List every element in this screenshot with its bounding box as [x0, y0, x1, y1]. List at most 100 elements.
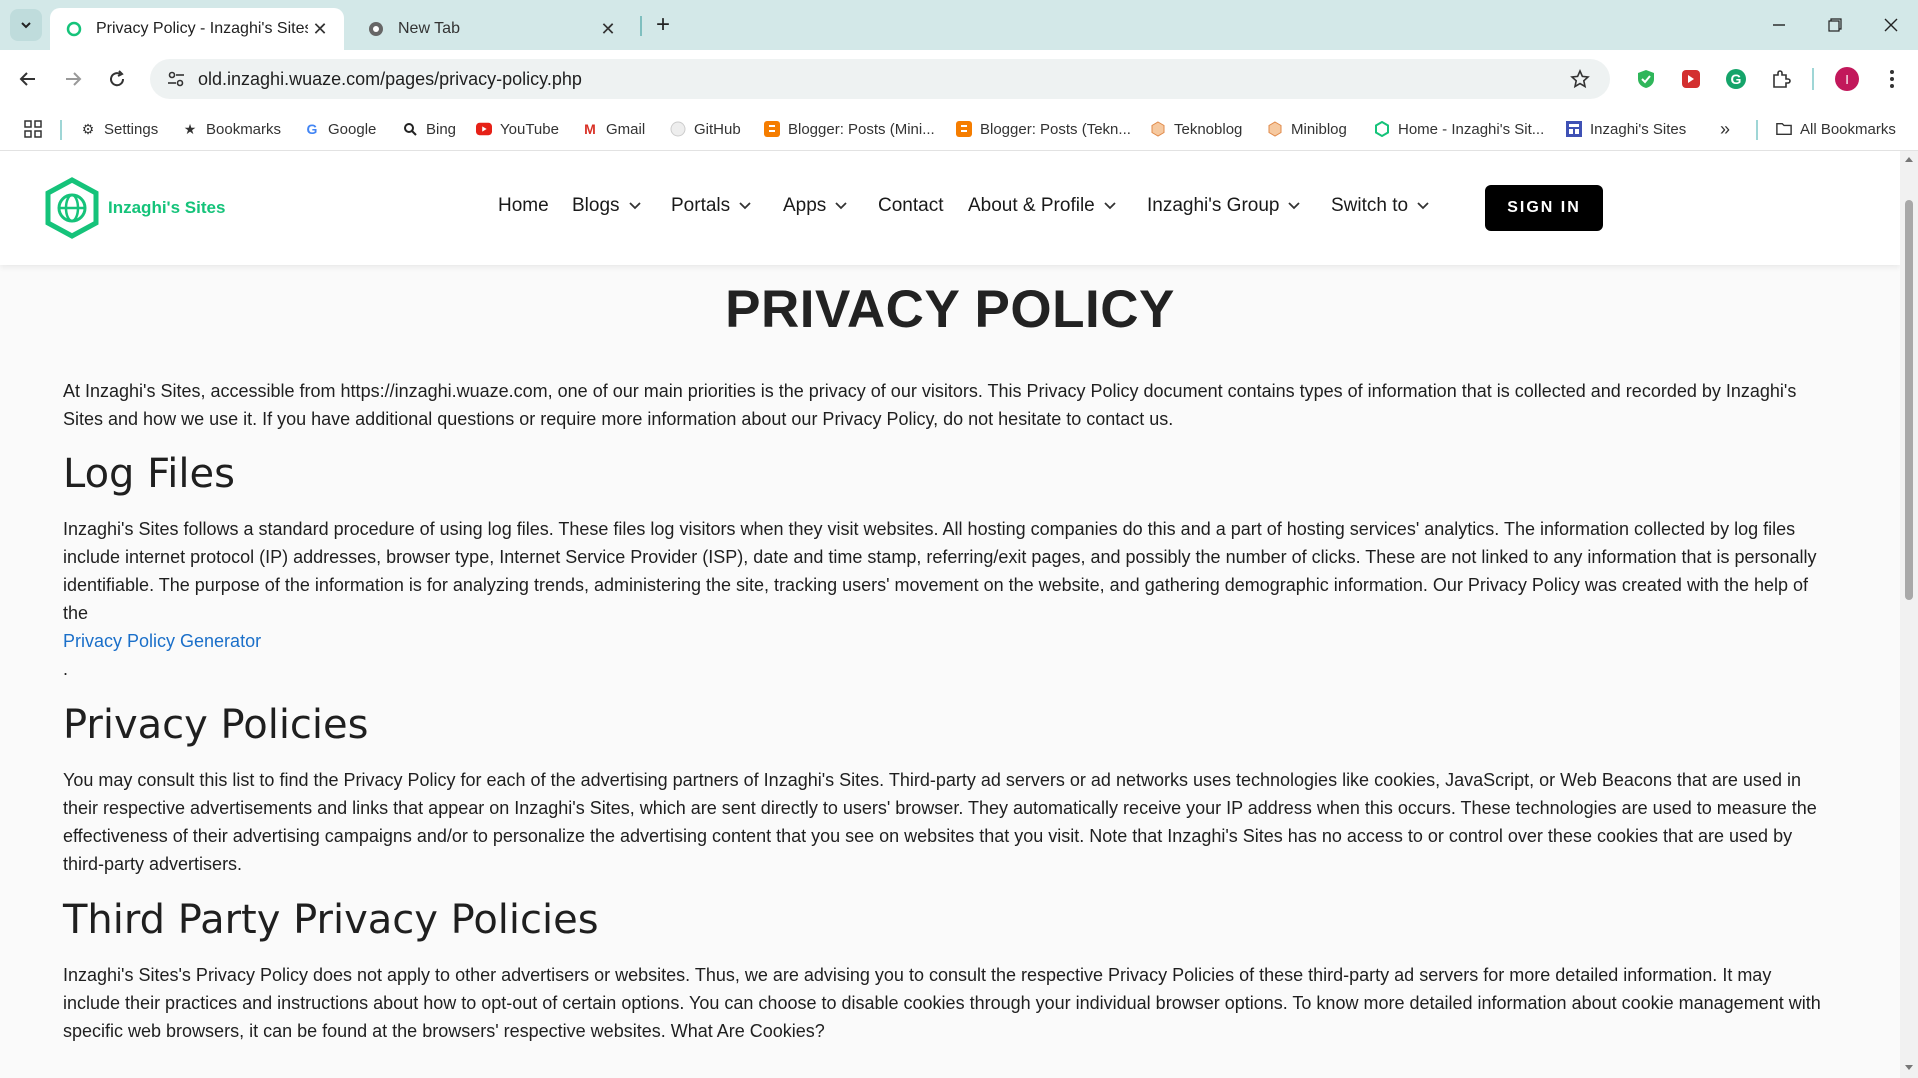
bookmark-label: Bing [426, 120, 457, 138]
bookmark-label: Bookmarks [206, 120, 282, 138]
page-scrollbar[interactable] [1900, 151, 1918, 1078]
bookmark-blogger-tekn[interactable]: Blogger: Posts (Tekn... [956, 118, 1131, 140]
section-heading-log-files: Log Files [63, 451, 235, 497]
arrow-left-icon [19, 72, 35, 86]
all-bookmarks-button[interactable]: All Bookmarks [1776, 118, 1896, 140]
nav-label: Inzaghi's Group [1147, 195, 1280, 216]
bookmark-miniblog[interactable]: Miniblog [1267, 118, 1347, 140]
bookmark-label: Teknoblog [1174, 120, 1243, 138]
tab-privacy-policy[interactable]: Privacy Policy - Inzaghi's Sites ✕ [50, 8, 344, 50]
bookmark-label: Blogger: Posts (Mini... [788, 120, 935, 138]
privacy-policy-generator-link[interactable]: Privacy Policy Generator [63, 631, 261, 651]
apps-grid-button[interactable] [24, 118, 42, 140]
address-bar[interactable]: old.inzaghi.wuaze.com/pages/privacy-poli… [150, 59, 1610, 99]
toolbar-separator [1812, 68, 1814, 90]
bookmark-label: Settings [104, 120, 159, 138]
chevron-down-icon [1287, 199, 1301, 213]
tab-new-tab[interactable]: New Tab ✕ [352, 8, 632, 50]
back-button[interactable] [12, 63, 44, 95]
browser-menu-icon[interactable] [1878, 65, 1906, 93]
nav-label: About & Profile [968, 195, 1095, 216]
page-title: PRIVACY POLICY [725, 280, 1175, 339]
nav-switch-to[interactable]: Switch to [1331, 191, 1430, 221]
bookmarks-bar: ⚙ Settings ★ Bookmarks G Google Bing YouTub… [0, 108, 1918, 151]
profile-avatar[interactable]: I [1833, 65, 1861, 93]
bookmark-label: Blogger: Posts (Tekn... [980, 120, 1131, 138]
tab-title: Privacy Policy - Inzaghi's Sites [96, 20, 308, 37]
gmail-icon: M [584, 121, 596, 137]
nav-label: Contact [878, 195, 944, 216]
nav-label: Switch to [1331, 195, 1409, 216]
sign-in-button[interactable]: SIGN IN [1485, 185, 1603, 231]
youtube-icon [476, 121, 492, 137]
restore-icon [1828, 18, 1842, 32]
apps-grid-icon [24, 120, 42, 138]
github-icon [670, 121, 686, 137]
shield-extension-icon[interactable] [1632, 65, 1660, 93]
folder-icon [1776, 121, 1792, 137]
blogger-icon [956, 121, 972, 137]
arrow-right-icon [66, 72, 82, 86]
tab-search-button[interactable] [10, 9, 42, 41]
bookmark-github[interactable]: GitHub [670, 118, 741, 140]
recorder-extension-icon[interactable] [1677, 65, 1705, 93]
nav-home[interactable]: Home [498, 191, 549, 221]
bookmark-star-icon[interactable] [1566, 65, 1594, 93]
svg-text:G: G [1731, 71, 1742, 87]
scroll-up-arrow-icon[interactable] [1904, 155, 1914, 163]
nav-label: Portals [671, 195, 731, 216]
more-bookmarks-icon[interactable]: » [1720, 118, 1730, 140]
chevron-down-icon [834, 199, 848, 213]
search-icon [402, 121, 418, 137]
new-tab-button[interactable]: + [650, 11, 676, 38]
url-text: old.inzaghi.wuaze.com/pages/privacy-poli… [198, 68, 582, 89]
page-viewport: Inzaghi's Sites Home Blogs Portals Apps … [0, 151, 1900, 1078]
bookmark-blogger-mini[interactable]: Blogger: Posts (Mini... [764, 118, 935, 140]
restore-button[interactable] [1806, 0, 1864, 50]
bookmark-separator [1756, 120, 1758, 140]
nav-apps[interactable]: Apps [783, 191, 848, 221]
bookmark-inzaghi-sites[interactable]: Inzaghi's Sites [1566, 118, 1686, 140]
scroll-down-arrow-icon[interactable] [1904, 1064, 1914, 1072]
extensions-puzzle-icon[interactable] [1767, 65, 1795, 93]
privacy-policies-paragraph: You may consult this list to find the Pr… [63, 770, 1817, 874]
bookmark-label: Miniblog [1291, 120, 1347, 138]
bookmark-google[interactable]: G Google [304, 118, 377, 140]
reload-button[interactable] [101, 63, 133, 95]
bookmark-label: GitHub [694, 120, 741, 138]
forward-button[interactable] [57, 63, 89, 95]
star-icon: ★ [183, 120, 197, 137]
logo-icon [45, 177, 99, 239]
site-logo[interactable]: Inzaghi's Sites [44, 177, 225, 239]
all-bookmarks-label: All Bookmarks [1800, 120, 1896, 138]
bookmark-youtube[interactable]: YouTube [476, 118, 559, 140]
nav-contact[interactable]: Contact [878, 191, 943, 221]
chevron-down-icon [1416, 199, 1430, 213]
chevron-down-icon [21, 22, 31, 29]
log-files-period: . [63, 659, 69, 679]
minimize-button[interactable] [1750, 0, 1808, 50]
bookmark-home-inzaghi[interactable]: Home - Inzaghi's Sit... [1374, 118, 1544, 140]
site-info-icon[interactable] [164, 67, 188, 91]
close-tab-icon[interactable]: ✕ [308, 17, 332, 41]
profile-initial: I [1835, 67, 1859, 91]
bookmark-teknoblog[interactable]: Teknoblog [1150, 118, 1242, 140]
scrollbar-thumb[interactable] [1905, 200, 1913, 600]
intro-paragraph: At Inzaghi's Sites, accessible from http… [63, 381, 1797, 429]
nav-portals[interactable]: Portals [671, 191, 752, 221]
nav-label: Apps [783, 195, 827, 216]
nav-inzaghis-group[interactable]: Inzaghi's Group [1147, 191, 1301, 221]
tab-title: New Tab [398, 20, 460, 37]
logo-text: Inzaghi's Sites [108, 198, 226, 217]
close-tab-icon[interactable]: ✕ [596, 17, 620, 41]
nav-about-profile[interactable]: About & Profile [968, 191, 1117, 221]
grammarly-extension-icon[interactable]: G [1722, 65, 1750, 93]
bookmark-bookmarks[interactable]: ★ Bookmarks [182, 118, 281, 140]
bookmark-bing[interactable]: Bing [402, 118, 456, 140]
blogger-icon [764, 121, 780, 137]
bookmark-gmail[interactable]: M Gmail [582, 118, 645, 140]
bookmark-settings[interactable]: ⚙ Settings [80, 118, 158, 140]
bookmark-label: Google [328, 120, 377, 138]
nav-blogs[interactable]: Blogs [572, 191, 642, 221]
close-window-button[interactable] [1862, 0, 1918, 50]
